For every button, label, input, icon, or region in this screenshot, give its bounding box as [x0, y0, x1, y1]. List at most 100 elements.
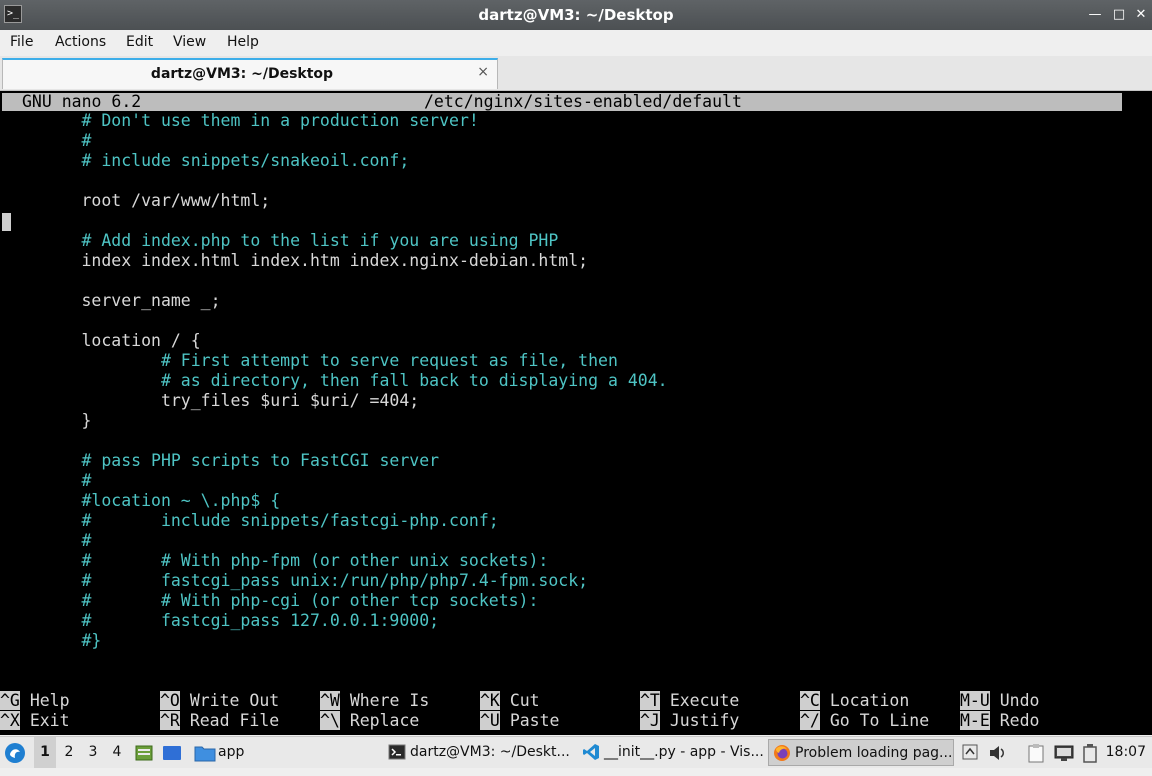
editor-line: #: [2, 131, 92, 150]
editor-line: # fastcgi_pass unix:/run/php/php7.4-fpm.…: [2, 571, 589, 590]
editor-line: # as directory, then fall back to displa…: [2, 371, 668, 390]
editor-line: # # With php-fpm (or other unix sockets)…: [2, 551, 549, 570]
folder-app-launcher[interactable]: app: [194, 737, 254, 768]
editor-line: # include snippets/snakeoil.conf;: [2, 151, 410, 170]
folder-icon: [194, 746, 216, 762]
nano-filename: /etc/nginx/sites-enabled/default: [424, 92, 742, 111]
nano-title-bar: GNU nano 6.2 /etc/nginx/sites-enabled/de…: [2, 93, 1122, 111]
shortcut-label: Execute: [669, 691, 740, 710]
terminal-icon: [388, 744, 406, 760]
maximize-button[interactable]: □: [1110, 6, 1128, 24]
clipboard-tray[interactable]: [1028, 737, 1048, 768]
clipboard-icon: [1028, 744, 1044, 763]
shortcut-key: ^C: [800, 691, 820, 710]
shortcut-label: Exit: [29, 711, 70, 730]
editor-line: index index.html index.htm index.nginx-d…: [2, 251, 589, 270]
menu-help[interactable]: Help: [227, 34, 259, 50]
window-title: dartz@VM3: ~/Desktop: [478, 6, 674, 24]
workspace-2[interactable]: 2: [58, 737, 80, 768]
shortcut-item: ^O Write Out: [160, 691, 279, 711]
task-firefox[interactable]: Problem loading pag...: [768, 739, 954, 766]
power-tray[interactable]: [1082, 737, 1102, 768]
menu-actions[interactable]: Actions: [55, 34, 106, 50]
shortcut-label: Replace: [349, 711, 420, 730]
shortcut-item: ^J Justify: [640, 711, 739, 731]
start-menu-button[interactable]: [4, 737, 30, 768]
close-window-button[interactable]: ✕: [1132, 6, 1150, 24]
shortcut-key: M-U: [960, 691, 990, 710]
power-icon: [1083, 744, 1097, 763]
shortcut-label: Write Out: [189, 691, 280, 710]
menu-view[interactable]: View: [173, 34, 206, 50]
workspace-1[interactable]: 1: [34, 737, 56, 768]
shortcut-item: ^K Cut: [480, 691, 540, 711]
terminal-view[interactable]: GNU nano 6.2 /etc/nginx/sites-enabled/de…: [0, 91, 1152, 735]
editor-line: # Add index.php to the list if you are u…: [2, 231, 559, 250]
shortcut-label: Help: [29, 691, 70, 710]
tab-bar: dartz@VM3: ~/Desktop ×: [0, 56, 1152, 91]
tray-show-hidden[interactable]: [962, 737, 982, 768]
firefox-icon: [774, 745, 790, 761]
network-tray[interactable]: [1054, 737, 1076, 768]
task-firefox-label: Problem loading pag...: [795, 745, 953, 761]
shortcut-key: ^K: [480, 691, 500, 710]
editor-line: #location ~ \.php$ {: [2, 491, 281, 510]
file-manager-launcher[interactable]: [134, 737, 156, 768]
editor-line: # First attempt to serve request as file…: [2, 351, 618, 370]
editor-line: # pass PHP scripts to FastCGI server: [2, 451, 440, 470]
shortcut-label: Justify: [669, 711, 740, 730]
volume-control[interactable]: [988, 737, 1010, 768]
editor-line: # fastcgi_pass 127.0.0.1:9000;: [2, 611, 440, 630]
tab-close-icon[interactable]: ×: [477, 64, 489, 80]
shortcut-key: ^J: [640, 711, 660, 730]
shortcut-label: Redo: [999, 711, 1040, 730]
editor-line: # include snippets/fastcgi-php.conf;: [2, 511, 499, 530]
shortcut-key: M-E: [960, 711, 990, 730]
shortcut-item: M-U Undo: [960, 691, 1040, 711]
editor-line: #: [2, 471, 92, 490]
show-desktop-launcher[interactable]: [162, 737, 184, 768]
tab-title: dartz@VM3: ~/Desktop: [150, 66, 334, 82]
shortcut-key: ^R: [160, 711, 180, 730]
text-cursor: [2, 213, 11, 231]
file-manager-icon: [135, 745, 153, 761]
menu-bar: File Actions Edit View Help: [0, 30, 1152, 56]
shortcut-key: ^U: [480, 711, 500, 730]
distro-logo-icon: [5, 743, 25, 763]
task-terminal-label: dartz@VM3: ~/Deskt...: [410, 744, 570, 760]
shortcut-item: ^X Exit: [0, 711, 70, 731]
editor-line: # # With php-cgi (or other tcp sockets):: [2, 591, 539, 610]
network-icon: [1054, 745, 1074, 761]
tray-arrow-icon: [962, 744, 978, 760]
menu-edit[interactable]: Edit: [126, 34, 153, 50]
workspace-4[interactable]: 4: [106, 737, 128, 768]
desktop-icon: [163, 746, 181, 760]
taskbar-clock[interactable]: 18:07: [1106, 737, 1146, 768]
task-vscode[interactable]: __init__.py - app - Vis...: [578, 739, 764, 766]
nano-version: GNU nano 6.2: [22, 92, 142, 111]
shortcut-key: ^O: [160, 691, 180, 710]
volume-icon: [990, 746, 1004, 760]
shortcut-key: ^\: [320, 711, 340, 730]
shortcut-item: ^/ Go To Line: [800, 711, 929, 731]
shortcut-item: ^T Execute: [640, 691, 739, 711]
shortcut-label: Read File: [189, 711, 280, 730]
folder-app-label: app: [218, 744, 245, 760]
minimize-button[interactable]: —: [1086, 6, 1104, 24]
editor-line: root /var/www/html;: [2, 191, 271, 210]
task-terminal[interactable]: dartz@VM3: ~/Deskt...: [384, 739, 572, 766]
shortcut-key: ^T: [640, 691, 660, 710]
shortcut-item: ^W Where Is: [320, 691, 429, 711]
editor-buffer[interactable]: # Don't use them in a production server!…: [2, 111, 1122, 651]
tab-terminal[interactable]: dartz@VM3: ~/Desktop ×: [2, 58, 498, 89]
window-titlebar[interactable]: >_ dartz@VM3: ~/Desktop — □ ✕: [0, 0, 1152, 30]
editor-line: location / {: [2, 331, 201, 350]
workspace-3[interactable]: 3: [82, 737, 104, 768]
shortcut-item: ^\ Replace: [320, 711, 419, 731]
editor-line: #}: [2, 631, 102, 650]
shortcut-key: ^X: [0, 711, 20, 730]
menu-file[interactable]: File: [10, 34, 33, 50]
